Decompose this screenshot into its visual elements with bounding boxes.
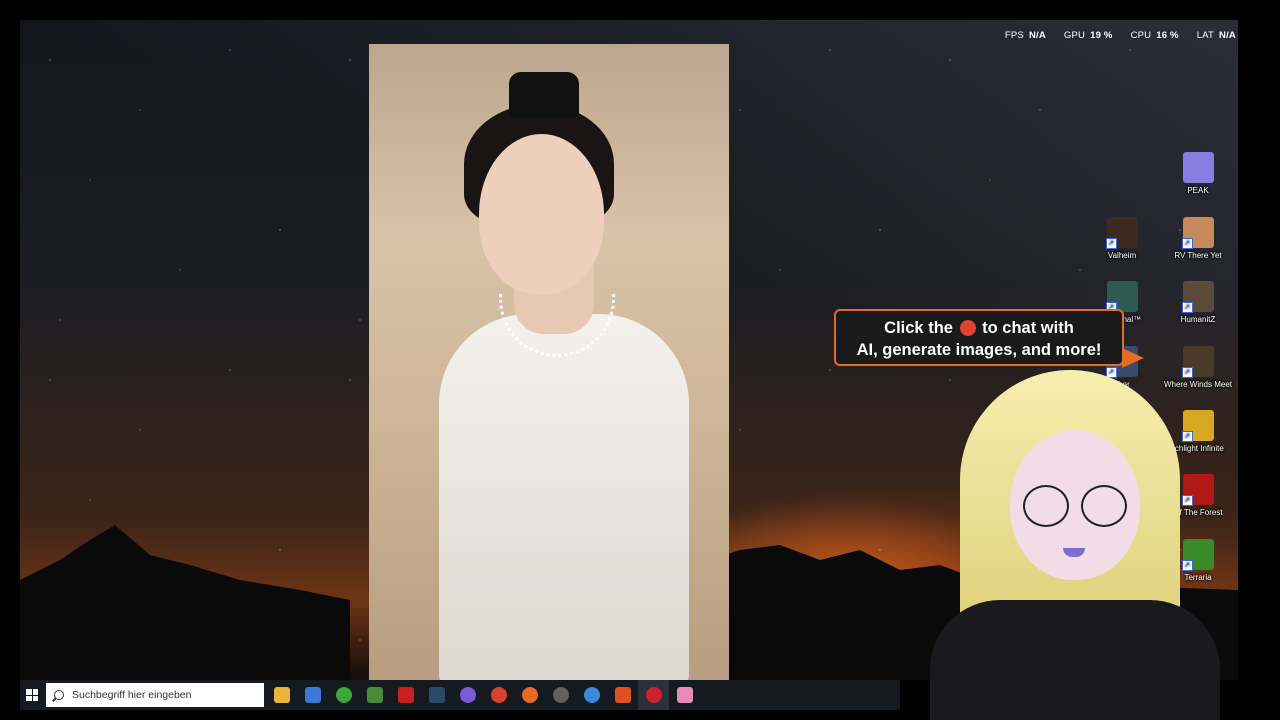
shortcut-arrow-icon: ↗	[1181, 302, 1193, 313]
video-player[interactable]	[369, 44, 729, 680]
taskbar-steam-button[interactable]	[421, 680, 452, 710]
performance-overlay: FPS N/A GPU 19 % CPU 16 % LAT N/A	[1005, 30, 1236, 41]
taskbar-red-app-button[interactable]	[390, 680, 421, 710]
taskbar-disk-tool-button[interactable]	[545, 680, 576, 710]
hair-bow	[509, 72, 579, 117]
disk-tool-icon	[552, 687, 569, 703]
cpu-label: CPU	[1130, 30, 1152, 41]
desktop-icon-humanitz[interactable]: ↗ HumanitZ	[1163, 281, 1233, 324]
shortcut-arrow-icon: ↗	[1181, 238, 1193, 249]
gpu-stat: GPU 19 %	[1064, 30, 1113, 41]
desktop-icon-label: Valheim	[1107, 251, 1137, 260]
callout-line-1: Click the to chat with	[836, 317, 1122, 339]
returnal-icon: ↗	[1105, 281, 1138, 313]
peak-icon	[1182, 152, 1214, 183]
desktop-icon-valheim[interactable]: ↗ Valheim	[1087, 217, 1157, 260]
latency-value: N/A	[1219, 30, 1236, 41]
cpu-value: 16 %	[1156, 30, 1179, 41]
taskbar-brave-button[interactable]	[607, 680, 638, 710]
latency-stat: LAT N/A	[1197, 30, 1236, 41]
taskbar-chat-app-button[interactable]	[452, 680, 483, 710]
desktop-icon-rv-there-yet[interactable]: ↗ RV There Yet	[1163, 217, 1233, 260]
desktop-icon-peak[interactable]: PEAK	[1163, 152, 1233, 195]
sync-app-icon	[583, 687, 600, 703]
callout-line-2: AI, generate images, and more!	[856, 341, 1102, 359]
chat-orb-icon	[959, 320, 976, 336]
search-placeholder: Suchbegriff hier eingeben	[72, 689, 192, 701]
screen: PEAK↗Valheim↗RV There Yet↗Returnal™↗Huma…	[0, 0, 1280, 720]
callout-arrow	[1122, 348, 1144, 368]
steam-icon	[428, 687, 445, 703]
cpu-stat: CPU 16 %	[1131, 30, 1179, 41]
windows-logo-icon	[26, 689, 38, 701]
avatar-glasses	[1023, 485, 1127, 527]
latency-label: LAT	[1196, 30, 1215, 41]
vtuber-avatar	[900, 370, 1240, 720]
minecraft-launcher-icon	[366, 687, 383, 703]
gpu-label: GPU	[1063, 30, 1086, 41]
gpu-value: 19 %	[1090, 30, 1113, 41]
pink-app-icon	[676, 687, 693, 703]
rv-there-yet-icon: ↗	[1181, 217, 1214, 249]
shortcut-arrow-icon: ↗	[1105, 238, 1117, 249]
taskbar-opera-button[interactable]	[638, 680, 669, 710]
chat-app-icon	[459, 687, 476, 703]
taskbar-pink-app-button[interactable]	[669, 680, 700, 710]
valheim-icon: ↗	[1105, 217, 1138, 249]
chat-callout[interactable]: Click the to chat with AI, generate imag…	[834, 309, 1124, 366]
chrome-icon	[490, 687, 507, 703]
taskbar-chrome-button[interactable]	[483, 680, 514, 710]
desktop-icon-label: HumanitZ	[1180, 315, 1216, 324]
fps-label: FPS	[1004, 30, 1024, 41]
fps-stat: FPS N/A	[1005, 30, 1046, 41]
desktop-icon-label: RV There Yet	[1174, 251, 1222, 260]
taskbar-firefox-button[interactable]	[514, 680, 545, 710]
taskbar-search-box[interactable]: Suchbegriff hier eingeben	[46, 683, 264, 707]
search-icon	[54, 690, 64, 700]
taskbar-file-explorer-button[interactable]	[266, 680, 297, 710]
callout-text-start: Click the	[884, 319, 953, 337]
fps-value: N/A	[1028, 30, 1046, 41]
dress	[439, 314, 689, 680]
taskbar: Suchbegriff hier eingeben	[20, 680, 900, 710]
avatar-body	[930, 600, 1220, 720]
xbox-app-icon	[335, 687, 352, 703]
firefox-icon	[521, 687, 538, 703]
humanitz-icon: ↗	[1181, 281, 1214, 313]
opera-icon	[645, 687, 662, 703]
start-button[interactable]	[20, 680, 44, 710]
desktop-icon-label: PEAK	[1187, 186, 1209, 195]
face	[479, 134, 604, 294]
taskbar-microsoft-store-button[interactable]	[297, 680, 328, 710]
taskbar-xbox-app-button[interactable]	[328, 680, 359, 710]
taskbar-minecraft-launcher-button[interactable]	[359, 680, 390, 710]
red-app-icon	[397, 687, 414, 703]
callout-text-end: to chat with	[982, 319, 1074, 337]
brave-icon	[614, 687, 631, 703]
microsoft-store-icon	[304, 687, 321, 703]
taskbar-apps	[266, 680, 700, 710]
taskbar-sync-app-button[interactable]	[576, 680, 607, 710]
file-explorer-icon	[273, 687, 290, 703]
